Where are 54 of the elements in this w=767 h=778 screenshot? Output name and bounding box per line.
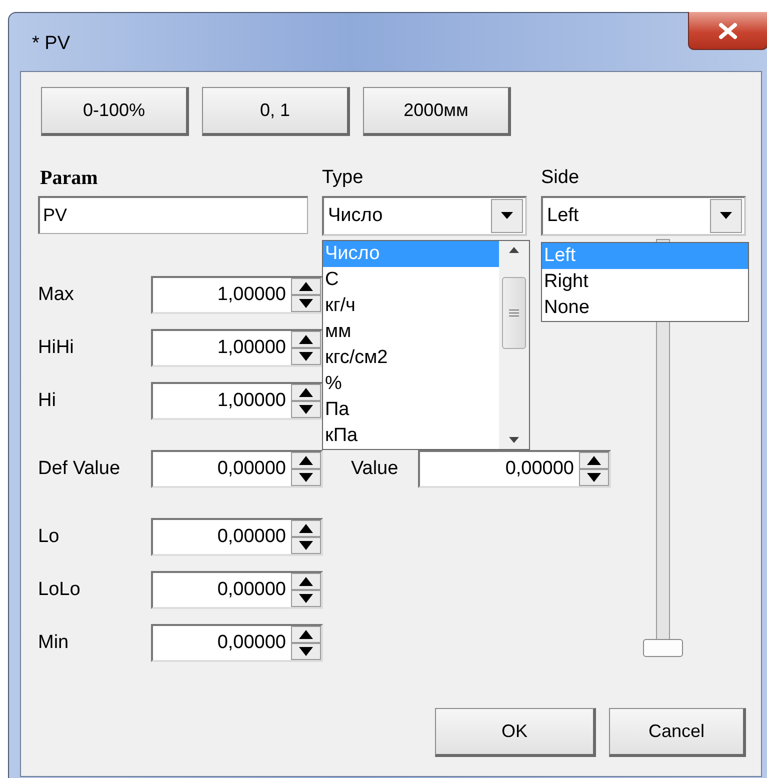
field-label: Def Value [38,458,122,480]
spin-arrows-icon [291,384,321,418]
option-item[interactable]: кгс/см2 [323,345,499,371]
dialog-button[interactable]: Cancel [609,708,746,757]
scroll-down-icon [509,437,519,443]
vertical-slider[interactable] [643,239,683,657]
side-dropdown[interactable]: Left [541,196,746,236]
field-label: Hi [38,390,57,412]
number-spinner[interactable]: 1,00000 [151,329,323,367]
option-item[interactable]: Right [542,269,748,295]
field-label: Min [38,632,70,654]
preset-button[interactable]: 2000мм [363,87,511,136]
option-item[interactable]: C [323,267,499,293]
dialog-button[interactable]: OK [435,708,596,757]
value-spinner[interactable]: 0,00000 [418,450,611,488]
option-item[interactable]: % [323,371,499,397]
spin-arrows-icon [291,452,321,486]
field-label: HiHi [38,337,75,359]
option-item[interactable]: None [542,295,748,321]
option-item[interactable]: кПа [323,423,499,449]
side-label: Side [541,166,580,190]
window-title: * PV [32,33,70,55]
grip-icon [509,309,519,317]
value-label: Value [351,458,400,480]
number-spinner[interactable]: 1,00000 [151,276,323,314]
scroll-thumb[interactable] [502,277,526,349]
number-spinner[interactable]: 0,00000 [151,571,323,609]
option-item[interactable]: кг/ч [323,293,499,319]
spin-arrows-icon [579,452,609,486]
field-label: Lo [38,526,60,548]
field-label: Max [38,284,75,306]
scrollbar[interactable] [499,241,529,449]
number-spinner[interactable]: 0,00000 [151,624,323,662]
close-icon [717,22,739,40]
spin-arrows-icon [291,573,321,607]
scroll-up-icon [509,247,519,253]
preset-button[interactable]: 0, 1 [202,87,350,136]
param-label: Param [40,166,99,190]
field-label: LoLo [38,579,82,601]
number-spinner[interactable]: 0,00000 [151,518,323,556]
spin-arrows-icon [291,626,321,660]
spin-arrows-icon [291,278,321,312]
type-label: Type [322,166,364,190]
option-item[interactable]: Па [323,397,499,423]
number-spinner[interactable]: 1,00000 [151,382,323,420]
spin-arrows-icon [291,520,321,554]
preset-button[interactable]: 0-100% [41,87,189,136]
slider-thumb[interactable] [643,639,683,657]
option-item[interactable]: мм [323,319,499,345]
close-button[interactable] [688,12,767,50]
number-spinner[interactable]: 0,00000 [151,450,323,488]
type-dropdown[interactable]: Число [322,196,527,236]
spin-arrows-icon [291,331,321,365]
param-field[interactable]: PV [38,196,308,234]
